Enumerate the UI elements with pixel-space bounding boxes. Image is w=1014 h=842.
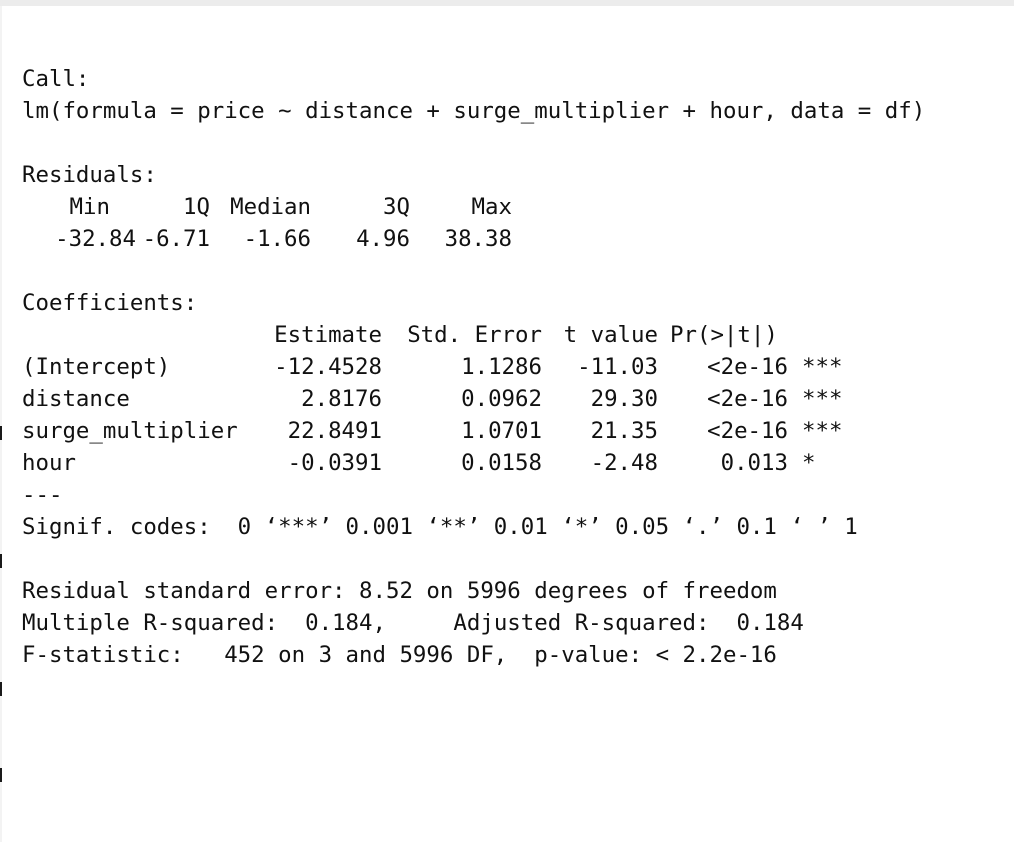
residuals-value-1q: -6.71 [142,226,210,252]
coef-term: surge_multiplier [22,418,238,444]
call-formula: lm(formula = price ~ distance + surge_mu… [22,98,926,124]
residuals-value-3q: 4.96 [356,226,410,252]
coef-t-value: -11.03 [577,354,658,380]
residuals-value-median: -1.66 [243,226,311,252]
residuals-label: Residuals: [22,162,157,188]
residuals-header-max: Max [471,194,512,220]
coef-term: (Intercept) [22,354,171,380]
coef-p-value: <2e-16 [707,354,788,380]
r-console-output: Call: lm(formula = price ~ distance + su… [0,0,1014,842]
coef-t-value: -2.48 [590,450,658,476]
coef-std-error: 0.0962 [461,386,542,412]
coef-signif-stars: *** [802,418,843,444]
coef-t-value: 29.30 [590,386,658,412]
coef-signif-stars: *** [802,354,843,380]
console-edge-marker [0,554,2,568]
coef-p-value: 0.013 [720,450,788,476]
residuals-header-3q: 3Q [383,194,410,220]
residuals-header-1q: 1Q [183,194,210,220]
coef-signif-stars: *** [802,386,843,412]
console-left-border [0,6,2,842]
coef-std-error: 0.0158 [461,450,542,476]
coef-t-value: 21.35 [590,418,658,444]
coef-std-error: 1.0701 [461,418,542,444]
coef-header-std-error: Std. Error [407,322,542,348]
residuals-value-min: -32.84 [55,226,136,252]
coefficients-label: Coefficients: [22,290,198,316]
coef-header-p-value: Pr(>|t|) [670,322,778,348]
coef-header-t-value: t value [563,322,658,348]
coef-p-value: <2e-16 [707,386,788,412]
coef-header-estimate: Estimate [274,322,382,348]
coef-estimate: -12.4528 [274,354,382,380]
residuals-header-min: Min [69,194,110,220]
call-label: Call: [22,66,90,92]
console-edge-marker [0,768,2,782]
console-edge-marker [0,426,2,440]
residual-standard-error: Residual standard error: 8.52 on 5996 de… [22,578,777,604]
r-squared-line: Multiple R-squared: 0.184, Adjusted R-sq… [22,610,818,636]
coef-estimate: 22.8491 [287,418,382,444]
coef-term: hour [22,450,76,476]
residuals-header-median: Median [230,194,311,220]
separator-line: --- [22,482,63,508]
coef-term: distance [22,386,130,412]
f-statistic-line: F-statistic: 452 on 3 and 5996 DF, p-val… [22,642,777,668]
coef-estimate: 2.8176 [301,386,382,412]
residuals-value-max: 38.38 [444,226,512,252]
coef-std-error: 1.1286 [461,354,542,380]
coef-p-value: <2e-16 [707,418,788,444]
coef-signif-stars: * [802,450,816,476]
signif-codes: Signif. codes: 0 ‘***’ 0.001 ‘**’ 0.01 ‘… [22,514,858,540]
coef-estimate: -0.0391 [287,450,382,476]
console-edge-marker [0,682,2,696]
